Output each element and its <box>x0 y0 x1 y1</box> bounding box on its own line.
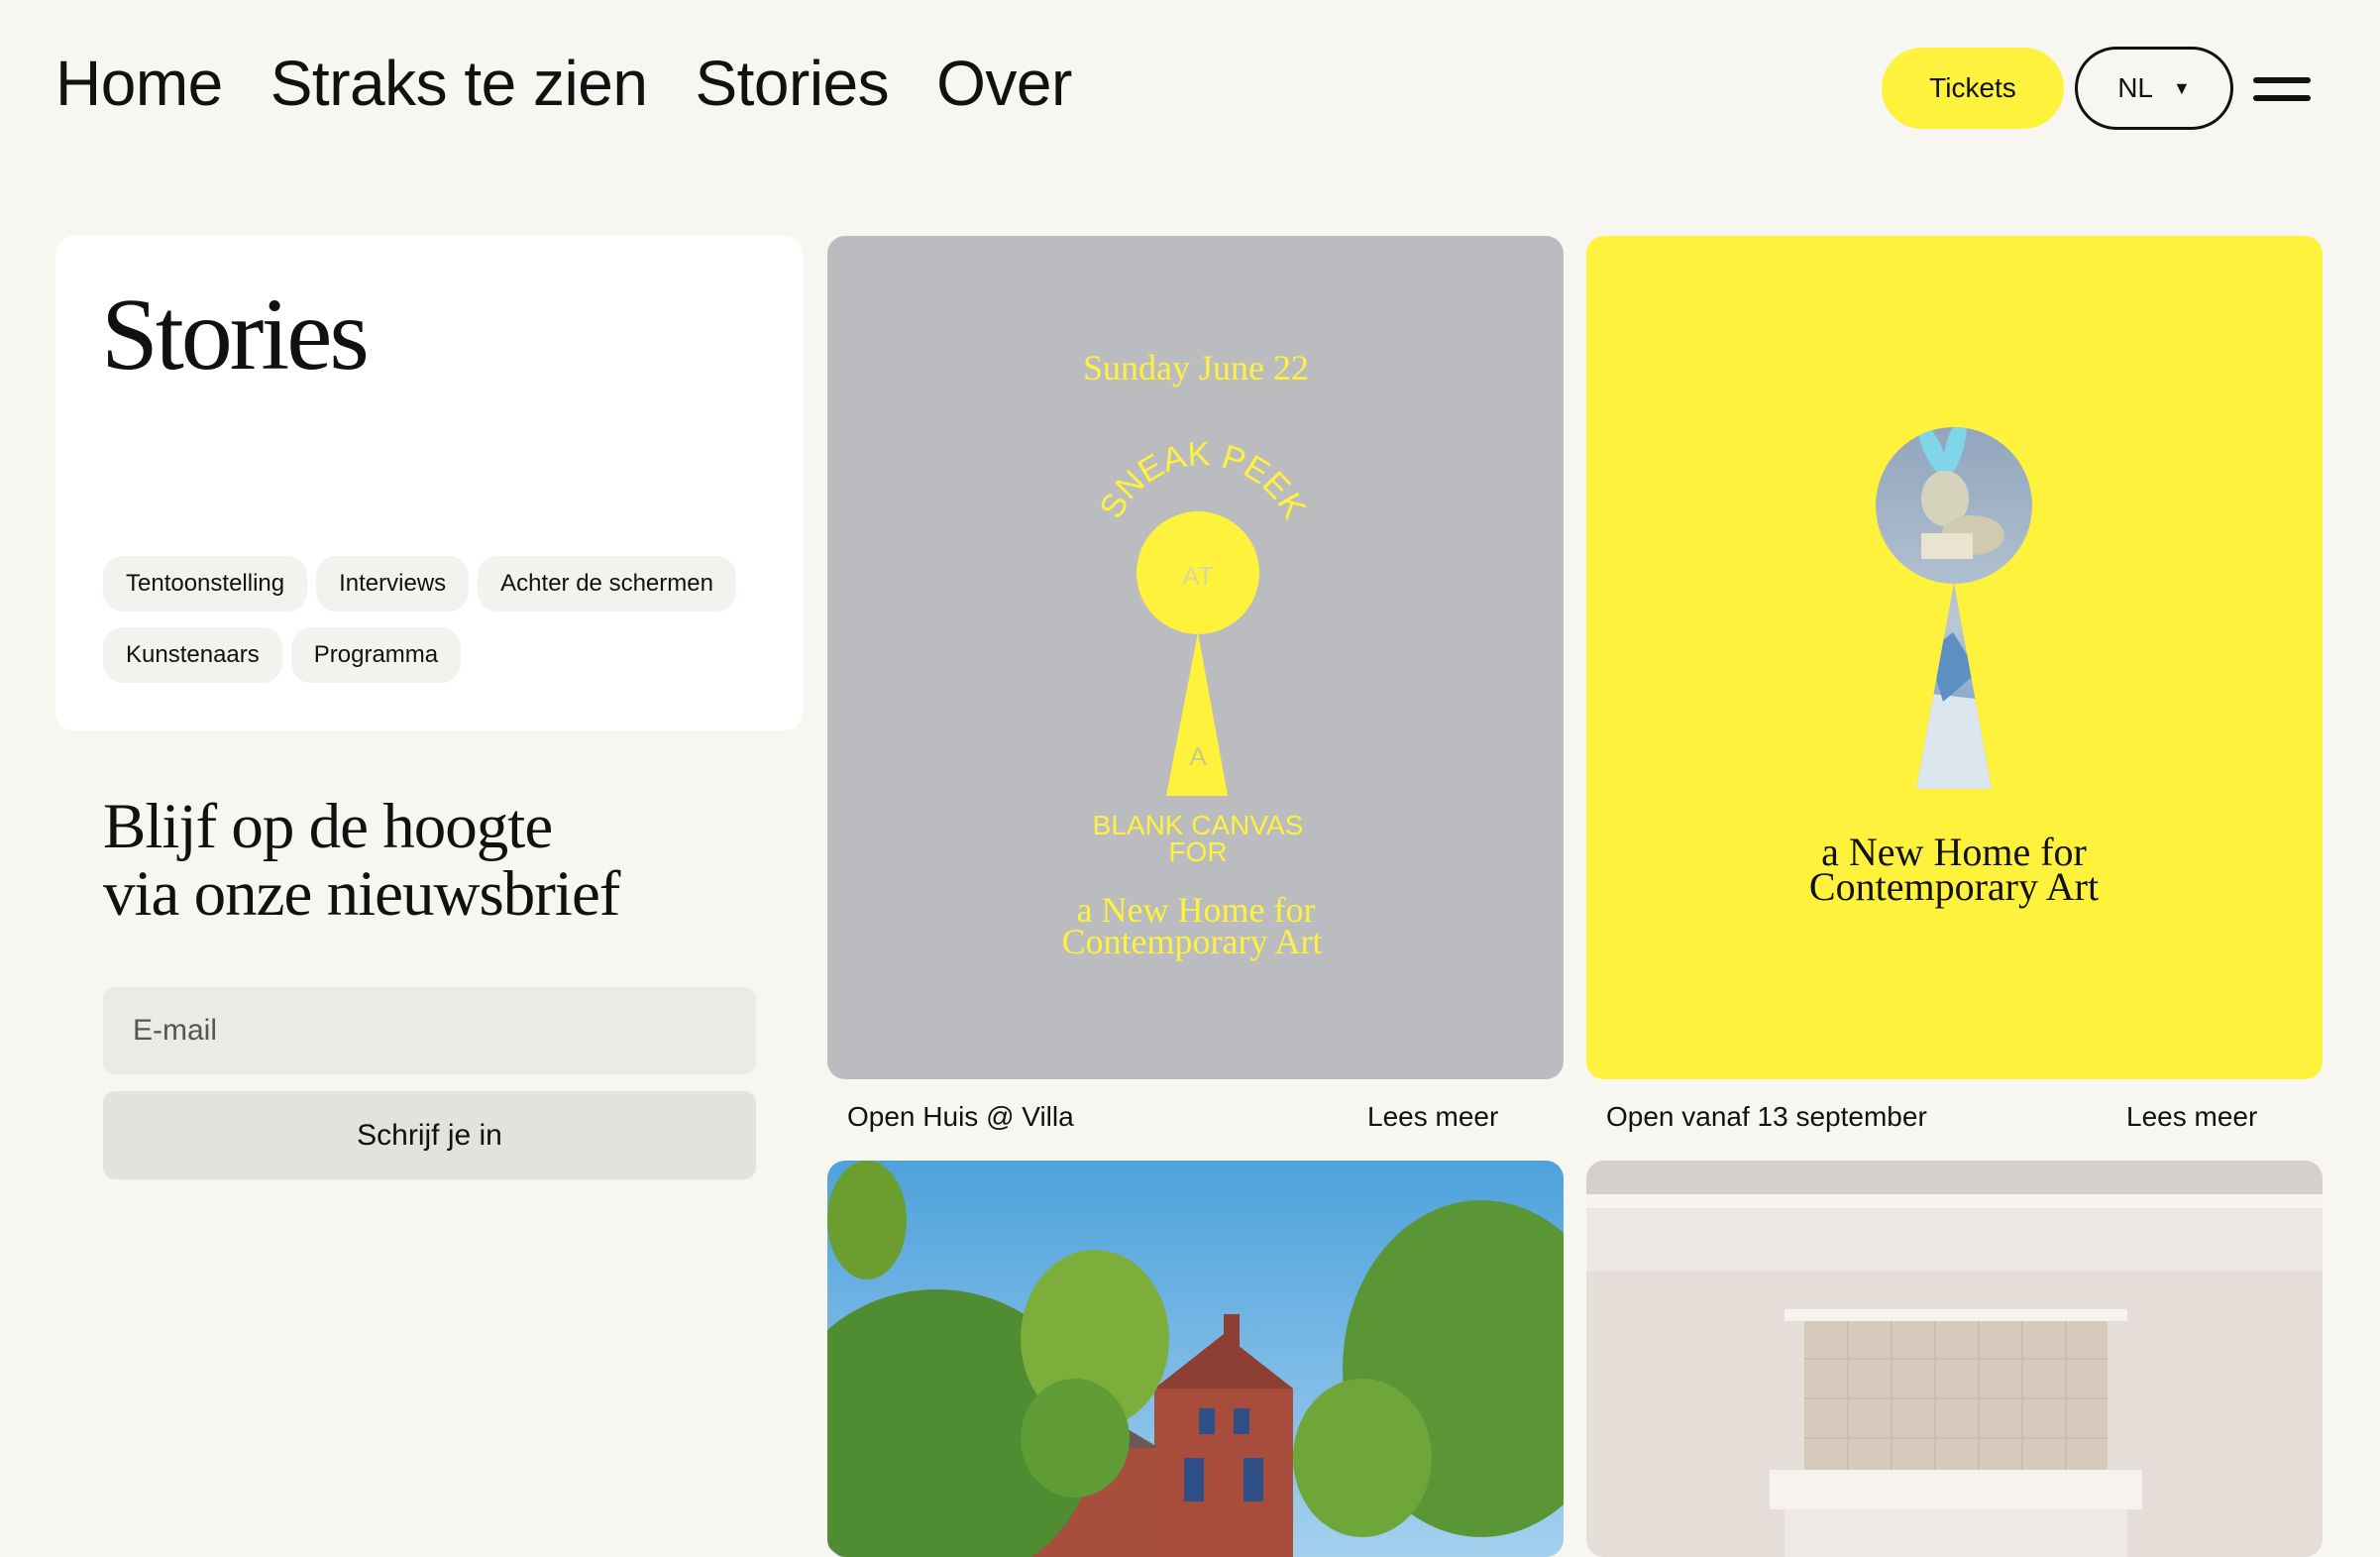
nav-straks-te-zien[interactable]: Straks te zien <box>270 40 648 127</box>
story-card-interior[interactable] <box>1586 1161 2323 1557</box>
subscribe-button[interactable]: Schrijf je in <box>103 1091 756 1179</box>
keyhole-stem <box>1166 632 1228 796</box>
tag-kunstenaars[interactable]: Kunstenaars <box>103 627 282 683</box>
nav-home[interactable]: Home <box>55 40 223 127</box>
interior-photo <box>1586 1161 2323 1557</box>
stories-card: Stories Tentoonstelling Interviews Achte… <box>55 236 803 730</box>
tag-achter-de-schermen[interactable]: Achter de schermen <box>478 556 736 612</box>
poster-tagline-2: Contemporary Art <box>1809 864 2099 909</box>
story-card-opening[interactable]: a New Home for Contemporary Art <box>1586 236 2323 1079</box>
poster-date: Sunday June 22 <box>1083 348 1309 388</box>
poster-tagline-2: Contemporary Art <box>1062 922 1323 961</box>
tag-filter-list: Tentoonstelling Interviews Achter de sch… <box>103 556 777 683</box>
keyhole-image <box>1876 427 2032 789</box>
tag-programma[interactable]: Programma <box>290 627 462 683</box>
tag-interviews[interactable]: Interviews <box>316 556 470 612</box>
hamburger-icon[interactable] <box>2253 71 2311 107</box>
caret-down-icon: ▼ <box>2172 77 2191 98</box>
language-label: NL <box>2117 72 2153 103</box>
read-more-link[interactable]: Lees meer <box>1367 1100 1498 1134</box>
tag-tentoonstelling[interactable]: Tentoonstelling <box>103 556 308 612</box>
sneak-peek-poster: Sunday June 22 SNEAK PEEK AT A BLANK CAN… <box>1062 348 1323 961</box>
nav-over[interactable]: Over <box>936 40 1072 127</box>
page-title: Stories <box>101 278 370 391</box>
main-nav: Home Straks te zien Stories Over <box>55 40 1072 127</box>
villa-photo <box>827 1161 1564 1557</box>
email-field[interactable] <box>103 987 756 1074</box>
poster-line2: FOR <box>1168 836 1227 867</box>
read-more-link[interactable]: Lees meer <box>2126 1100 2257 1134</box>
story-card-open-huis[interactable]: Sunday June 22 SNEAK PEEK AT A BLANK CAN… <box>827 236 1564 1079</box>
newsletter-heading-line2: via onze nieuwsbrief <box>103 858 620 930</box>
new-home-poster: a New Home for Contemporary Art <box>1809 427 2099 909</box>
language-select[interactable]: NL ▼ <box>2075 47 2233 130</box>
story-card-villa[interactable] <box>827 1161 1564 1557</box>
card-caption: Open Huis @ Villa <box>847 1101 1074 1132</box>
tickets-button[interactable]: Tickets <box>1882 48 2064 129</box>
newsletter-heading: Blijf op de hoogte via onze nieuwsbrief <box>103 793 797 928</box>
newsletter-heading-line1: Blijf op de hoogte <box>103 791 553 862</box>
nav-stories[interactable]: Stories <box>695 40 889 127</box>
poster-a: A <box>1189 741 1207 771</box>
poster-at: AT <box>1182 561 1213 591</box>
card-caption: Open vanaf 13 september <box>1606 1101 1927 1132</box>
